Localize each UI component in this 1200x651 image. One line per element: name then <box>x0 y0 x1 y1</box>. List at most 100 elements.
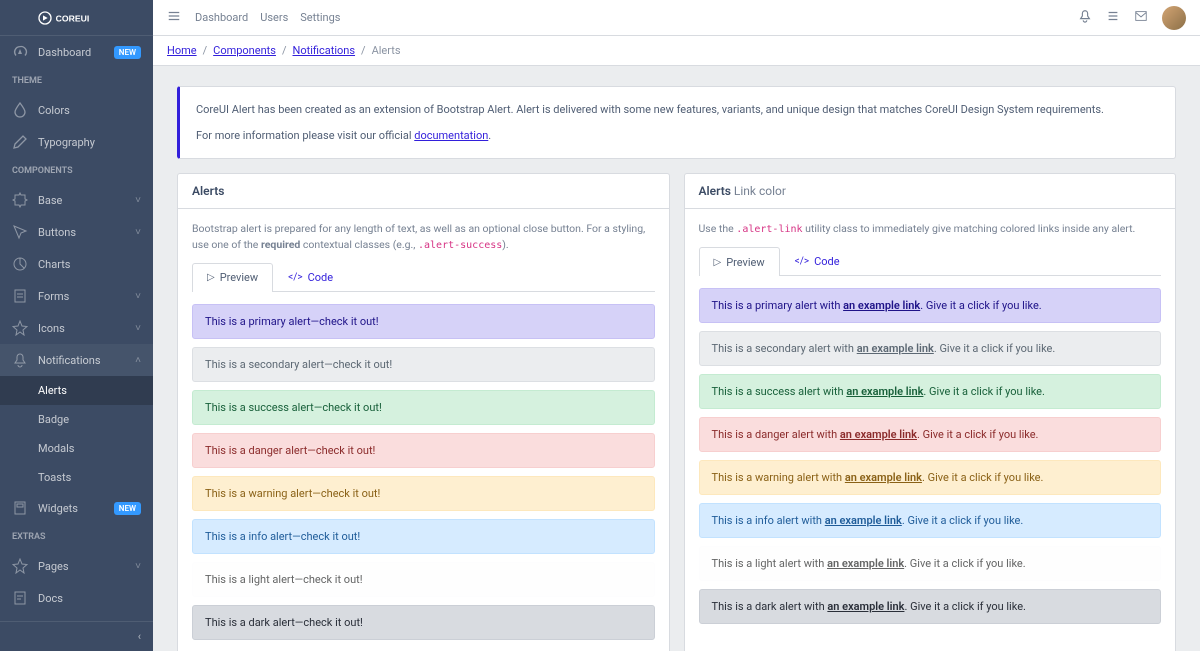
new-badge: NEW <box>114 502 141 515</box>
sidebar-item-alerts[interactable]: Alerts <box>0 376 153 405</box>
sidebar-label: Forms <box>38 290 135 303</box>
callout-info: CoreUI Alert has been created as an exte… <box>177 86 1176 159</box>
tab-code[interactable]: </>Code <box>780 247 855 275</box>
sidebar-item-widgets[interactable]: Widgets NEW <box>0 492 153 524</box>
alert-link[interactable]: an example link <box>846 385 923 398</box>
svg-text:COREUI: COREUI <box>55 13 89 23</box>
chevron-up-icon: ˄ <box>135 355 141 366</box>
play-icon: ▷ <box>714 257 722 268</box>
description-icon <box>12 590 28 606</box>
alert-light: This is a light alert—check it out! <box>192 562 655 597</box>
card-header: Alerts <box>178 174 669 209</box>
alert-link[interactable]: an example link <box>827 600 904 613</box>
envelope-icon[interactable] <box>1134 9 1148 26</box>
chevron-down-icon: ˅ <box>135 323 141 334</box>
alert-dark: This is a dark alert with an example lin… <box>699 589 1162 624</box>
play-icon: ▷ <box>207 272 215 283</box>
alert-success: This is a success alert with an example … <box>699 374 1162 409</box>
alert-link[interactable]: an example link <box>827 557 904 570</box>
new-badge: NEW <box>114 46 141 59</box>
breadcrumb-notifications[interactable]: Notifications <box>293 44 356 57</box>
card-alerts-link: Alerts Link color Use the .alert-link ut… <box>684 173 1177 651</box>
sidebar-item-charts[interactable]: Charts <box>0 248 153 280</box>
chevron-down-icon: ˅ <box>135 195 141 206</box>
sidebar-item-buttons[interactable]: Buttons ˅ <box>0 216 153 248</box>
chevron-down-icon: ˅ <box>135 561 141 572</box>
sidebar-item-toasts[interactable]: Toasts <box>0 463 153 492</box>
star-icon <box>12 558 28 574</box>
tab-code[interactable]: </>Code <box>273 263 348 291</box>
sidebar-item-colors[interactable]: Colors <box>0 94 153 126</box>
sidebar-title-extras: EXTRAS <box>0 524 153 550</box>
alert-light: This is a light alert with an example li… <box>699 546 1162 581</box>
sidebar-label: Widgets <box>38 502 114 515</box>
alert-primary: This is a primary alert with an example … <box>699 288 1162 323</box>
sidebar-label: Dashboard <box>38 46 114 59</box>
alert-success: This is a success alert—check it out! <box>192 390 655 425</box>
alert-info: This is a info alert with an example lin… <box>699 503 1162 538</box>
tabs: ▷Preview </>Code <box>192 263 655 292</box>
sidebar-label: Buttons <box>38 226 135 239</box>
alert-link[interactable]: an example link <box>843 299 920 312</box>
sidebar-minimize[interactable]: ‹ <box>0 621 153 651</box>
sidebar-label: Charts <box>38 258 141 271</box>
list-icon[interactable] <box>1106 9 1120 26</box>
alert-link[interactable]: an example link <box>845 471 922 484</box>
breadcrumb: Home / Components / Notifications / Aler… <box>153 36 1200 66</box>
menu-toggle[interactable] <box>167 9 181 26</box>
alert-link[interactable]: an example link <box>840 428 917 441</box>
card-title: Alerts <box>192 184 224 198</box>
sidebar-item-docs[interactable]: Docs <box>0 582 153 614</box>
header-nav-settings[interactable]: Settings <box>300 11 340 24</box>
notes-icon <box>12 288 28 304</box>
alert-link[interactable]: an example link <box>857 342 934 355</box>
header-nav-dashboard[interactable]: Dashboard <box>195 11 248 24</box>
sidebar-title-components: COMPONENTS <box>0 158 153 184</box>
sidebar-label: Icons <box>38 322 135 335</box>
avatar[interactable] <box>1162 6 1186 30</box>
alert-link[interactable]: an example link <box>825 514 902 527</box>
sidebar-label: Base <box>38 194 135 207</box>
code-icon: </> <box>795 256 809 267</box>
star-icon <box>12 320 28 336</box>
alert-danger: This is a danger alert—check it out! <box>192 433 655 468</box>
cursor-icon <box>12 224 28 240</box>
chart-icon <box>12 256 28 272</box>
code-icon: </> <box>288 272 302 283</box>
sidebar-item-badge[interactable]: Badge <box>0 405 153 434</box>
chevron-left-icon: ‹ <box>138 630 141 643</box>
bell-icon[interactable] <box>1078 9 1092 26</box>
alert-warning: This is a warning alert with an example … <box>699 460 1162 495</box>
alert-dark: This is a dark alert—check it out! <box>192 605 655 640</box>
card-description: Bootstrap alert is prepared for any leng… <box>192 221 655 253</box>
sidebar-item-typography[interactable]: Typography <box>0 126 153 158</box>
tab-preview[interactable]: ▷Preview <box>192 263 273 292</box>
alert-danger: This is a danger alert with an example l… <box>699 417 1162 452</box>
card-description: Use the .alert-link utility class to imm… <box>699 221 1162 237</box>
sidebar-item-icons[interactable]: Icons ˅ <box>0 312 153 344</box>
documentation-link[interactable]: documentation <box>414 129 488 142</box>
sidebar-item-forms[interactable]: Forms ˅ <box>0 280 153 312</box>
sidebar-item-notifications[interactable]: Notifications ˄ <box>0 344 153 376</box>
sidebar-label: Notifications <box>38 354 135 367</box>
calculator-icon <box>12 500 28 516</box>
tab-preview[interactable]: ▷Preview <box>699 247 780 276</box>
chevron-down-icon: ˅ <box>135 291 141 302</box>
sidebar-item-pages[interactable]: Pages ˅ <box>0 550 153 582</box>
alert-secondary: This is a secondary alert with an exampl… <box>699 331 1162 366</box>
card-header: Alerts Link color <box>685 174 1176 209</box>
chevron-down-icon: ˅ <box>135 227 141 238</box>
callout-text: CoreUI Alert has been created as an exte… <box>196 101 1159 119</box>
breadcrumb-home[interactable]: Home <box>167 44 197 57</box>
breadcrumb-current: Alerts <box>372 44 401 57</box>
sidebar-item-modals[interactable]: Modals <box>0 434 153 463</box>
header-nav-users[interactable]: Users <box>260 11 288 24</box>
sidebar: COREUI Dashboard NEW THEME Colors Typogr… <box>0 0 153 651</box>
sidebar-item-dashboard[interactable]: Dashboard NEW <box>0 36 153 68</box>
brand-logo[interactable]: COREUI <box>0 0 153 36</box>
breadcrumb-components[interactable]: Components <box>213 44 276 57</box>
sidebar-title-theme: THEME <box>0 68 153 94</box>
sidebar-item-base[interactable]: Base ˅ <box>0 184 153 216</box>
sidebar-label: Colors <box>38 104 141 117</box>
header: Dashboard Users Settings <box>153 0 1200 36</box>
